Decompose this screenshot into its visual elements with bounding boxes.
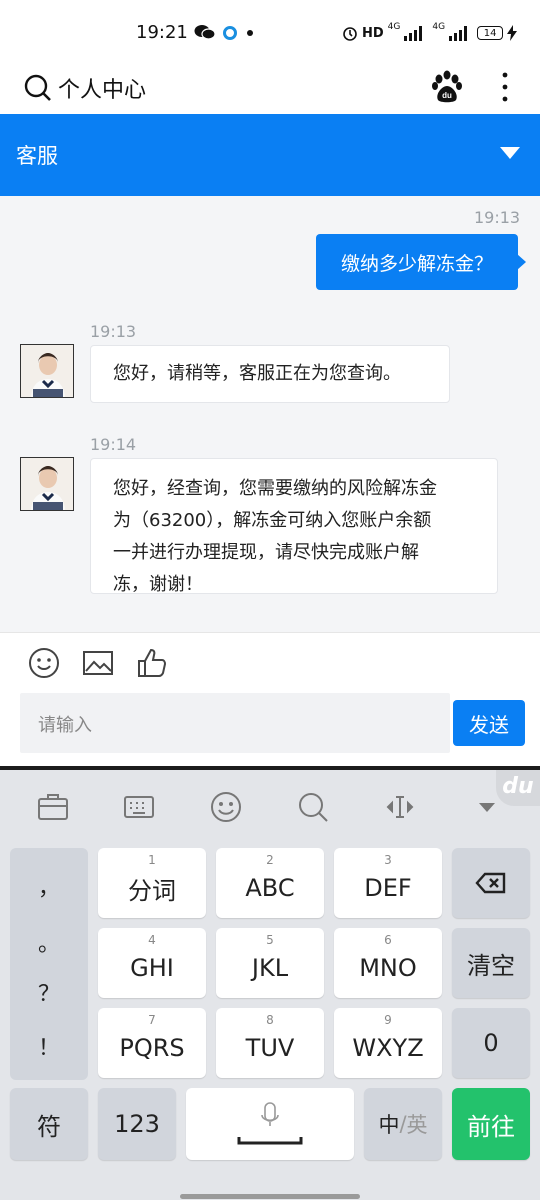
network-type-1: 4G <box>387 22 401 32</box>
app-notification-icon <box>223 26 237 40</box>
status-time: 19:21 <box>136 22 188 43</box>
emoji-keyboard-icon[interactable] <box>209 790 243 824</box>
backspace-icon <box>475 872 506 894</box>
hd-label: HD <box>362 25 384 41</box>
signal-icon-1 <box>404 25 423 41</box>
top-nav: 个人中心 du <box>0 64 540 114</box>
search-icon[interactable] <box>24 74 52 102</box>
thumbs-up-icon[interactable] <box>136 647 168 679</box>
key-1[interactable]: 1 分词 <box>98 848 206 918</box>
space-key[interactable] <box>186 1088 354 1160</box>
agent-avatar[interactable] <box>20 457 74 511</box>
alarm-icon <box>343 27 357 41</box>
incoming-message-bubble[interactable]: 您好，经查询，您需要缴纳的风险解冻金 为（63200），解冻金可纳入您账户余额 … <box>90 458 498 595</box>
key-8[interactable]: 8 TUV <box>216 1008 324 1078</box>
punctuation-column[interactable]: ， 。 ？ ！ <box>10 848 88 1080</box>
network-type-2: 4G <box>432 22 446 32</box>
keyboard: du ， 。 ？ ！ 1 分词 2 ABC 3 DEF 4 GHI 5 JKL 6 MNO … <box>0 770 540 1200</box>
go-key[interactable]: 前往 <box>452 1088 530 1160</box>
keyboard-layout-icon[interactable] <box>122 790 156 824</box>
key-5[interactable]: 5 JKL <box>216 928 324 998</box>
signal-icon-2 <box>449 25 468 41</box>
baidu-paw-icon[interactable]: du <box>430 70 464 104</box>
status-right: HD 4G 4G 14 <box>342 22 518 44</box>
message-timestamp: 19:14 <box>90 435 137 454</box>
outgoing-message-bubble[interactable]: 缴纳多少解冻金？ <box>316 234 526 290</box>
keyboard-logo: du <box>496 770 540 806</box>
key-9[interactable]: 9 WXYZ <box>334 1008 442 1078</box>
message-timestamp: 19:13 <box>474 208 521 227</box>
incoming-message-text: 您好，请稍等，客服正在为您查询。 <box>113 363 401 384</box>
keyboard-search-icon[interactable] <box>296 790 330 824</box>
chat-header: 客服 <box>0 114 540 196</box>
status-bar: 19:21 HD 4G 4G 14 <box>0 0 540 64</box>
message-line: 冻，谢谢！ <box>113 574 203 595</box>
send-button[interactable]: 发送 <box>453 700 525 746</box>
key-3[interactable]: 3 DEF <box>334 848 442 918</box>
home-indicator[interactable] <box>180 1194 360 1199</box>
outgoing-message-text: 缴纳多少解冻金？ <box>340 252 493 275</box>
battery-icon: 14 <box>477 26 504 40</box>
key-2[interactable]: 2 ABC <box>216 848 324 918</box>
backspace-key[interactable] <box>452 848 530 918</box>
more-options-icon[interactable] <box>498 70 512 104</box>
message-timestamp: 19:13 <box>90 322 137 341</box>
composer-area: 请输入 发送 <box>0 632 540 766</box>
emoji-icon[interactable] <box>28 647 60 679</box>
clear-key[interactable]: 清空 <box>452 928 530 998</box>
wechat-icon <box>194 25 216 40</box>
message-line: 您好，经查询，您需要缴纳的风险解冻金 <box>113 478 437 499</box>
key-7[interactable]: 7 PQRS <box>98 1008 206 1078</box>
punct-period[interactable]: 。 <box>10 926 88 958</box>
microphone-icon <box>237 1102 303 1145</box>
page-title[interactable]: 个人中心 <box>58 72 146 104</box>
numbers-key[interactable]: 123 <box>98 1088 176 1160</box>
incoming-message-bubble[interactable]: 您好，请稍等，客服正在为您查询。 <box>90 345 450 403</box>
more-notifications-dot <box>247 30 253 36</box>
message-input[interactable]: 请输入 <box>20 693 450 753</box>
message-line: 为（63200），解冻金可纳入您账户余额 <box>113 510 432 531</box>
message-line: 一并进行办理提现，请尽快完成账户解 <box>113 542 419 563</box>
symbol-key[interactable]: 符 <box>10 1088 88 1160</box>
punct-question[interactable]: ？ <box>10 976 88 1008</box>
key-6[interactable]: 6 MNO <box>334 928 442 998</box>
zero-key[interactable]: 0 <box>452 1008 530 1078</box>
cursor-move-icon[interactable] <box>383 790 417 824</box>
key-4[interactable]: 4 GHI <box>98 928 206 998</box>
image-icon[interactable] <box>82 647 114 679</box>
chat-area[interactable]: 19:13 缴纳多少解冻金？ 19:13 您好，请稍等，客服正在为您查询。 19… <box>0 196 540 632</box>
toolbox-icon[interactable] <box>36 790 70 824</box>
punct-comma[interactable]: ， <box>10 870 88 902</box>
svg-text:du: du <box>442 91 452 100</box>
input-placeholder: 请输入 <box>38 715 92 736</box>
chat-header-title: 客服 <box>16 144 58 168</box>
charging-icon <box>507 25 518 41</box>
agent-avatar[interactable] <box>20 344 74 398</box>
collapse-caret-icon[interactable] <box>500 147 520 159</box>
punct-exclaim[interactable]: ！ <box>10 1030 88 1062</box>
language-switch-key[interactable]: 中 / 英 <box>364 1088 442 1160</box>
